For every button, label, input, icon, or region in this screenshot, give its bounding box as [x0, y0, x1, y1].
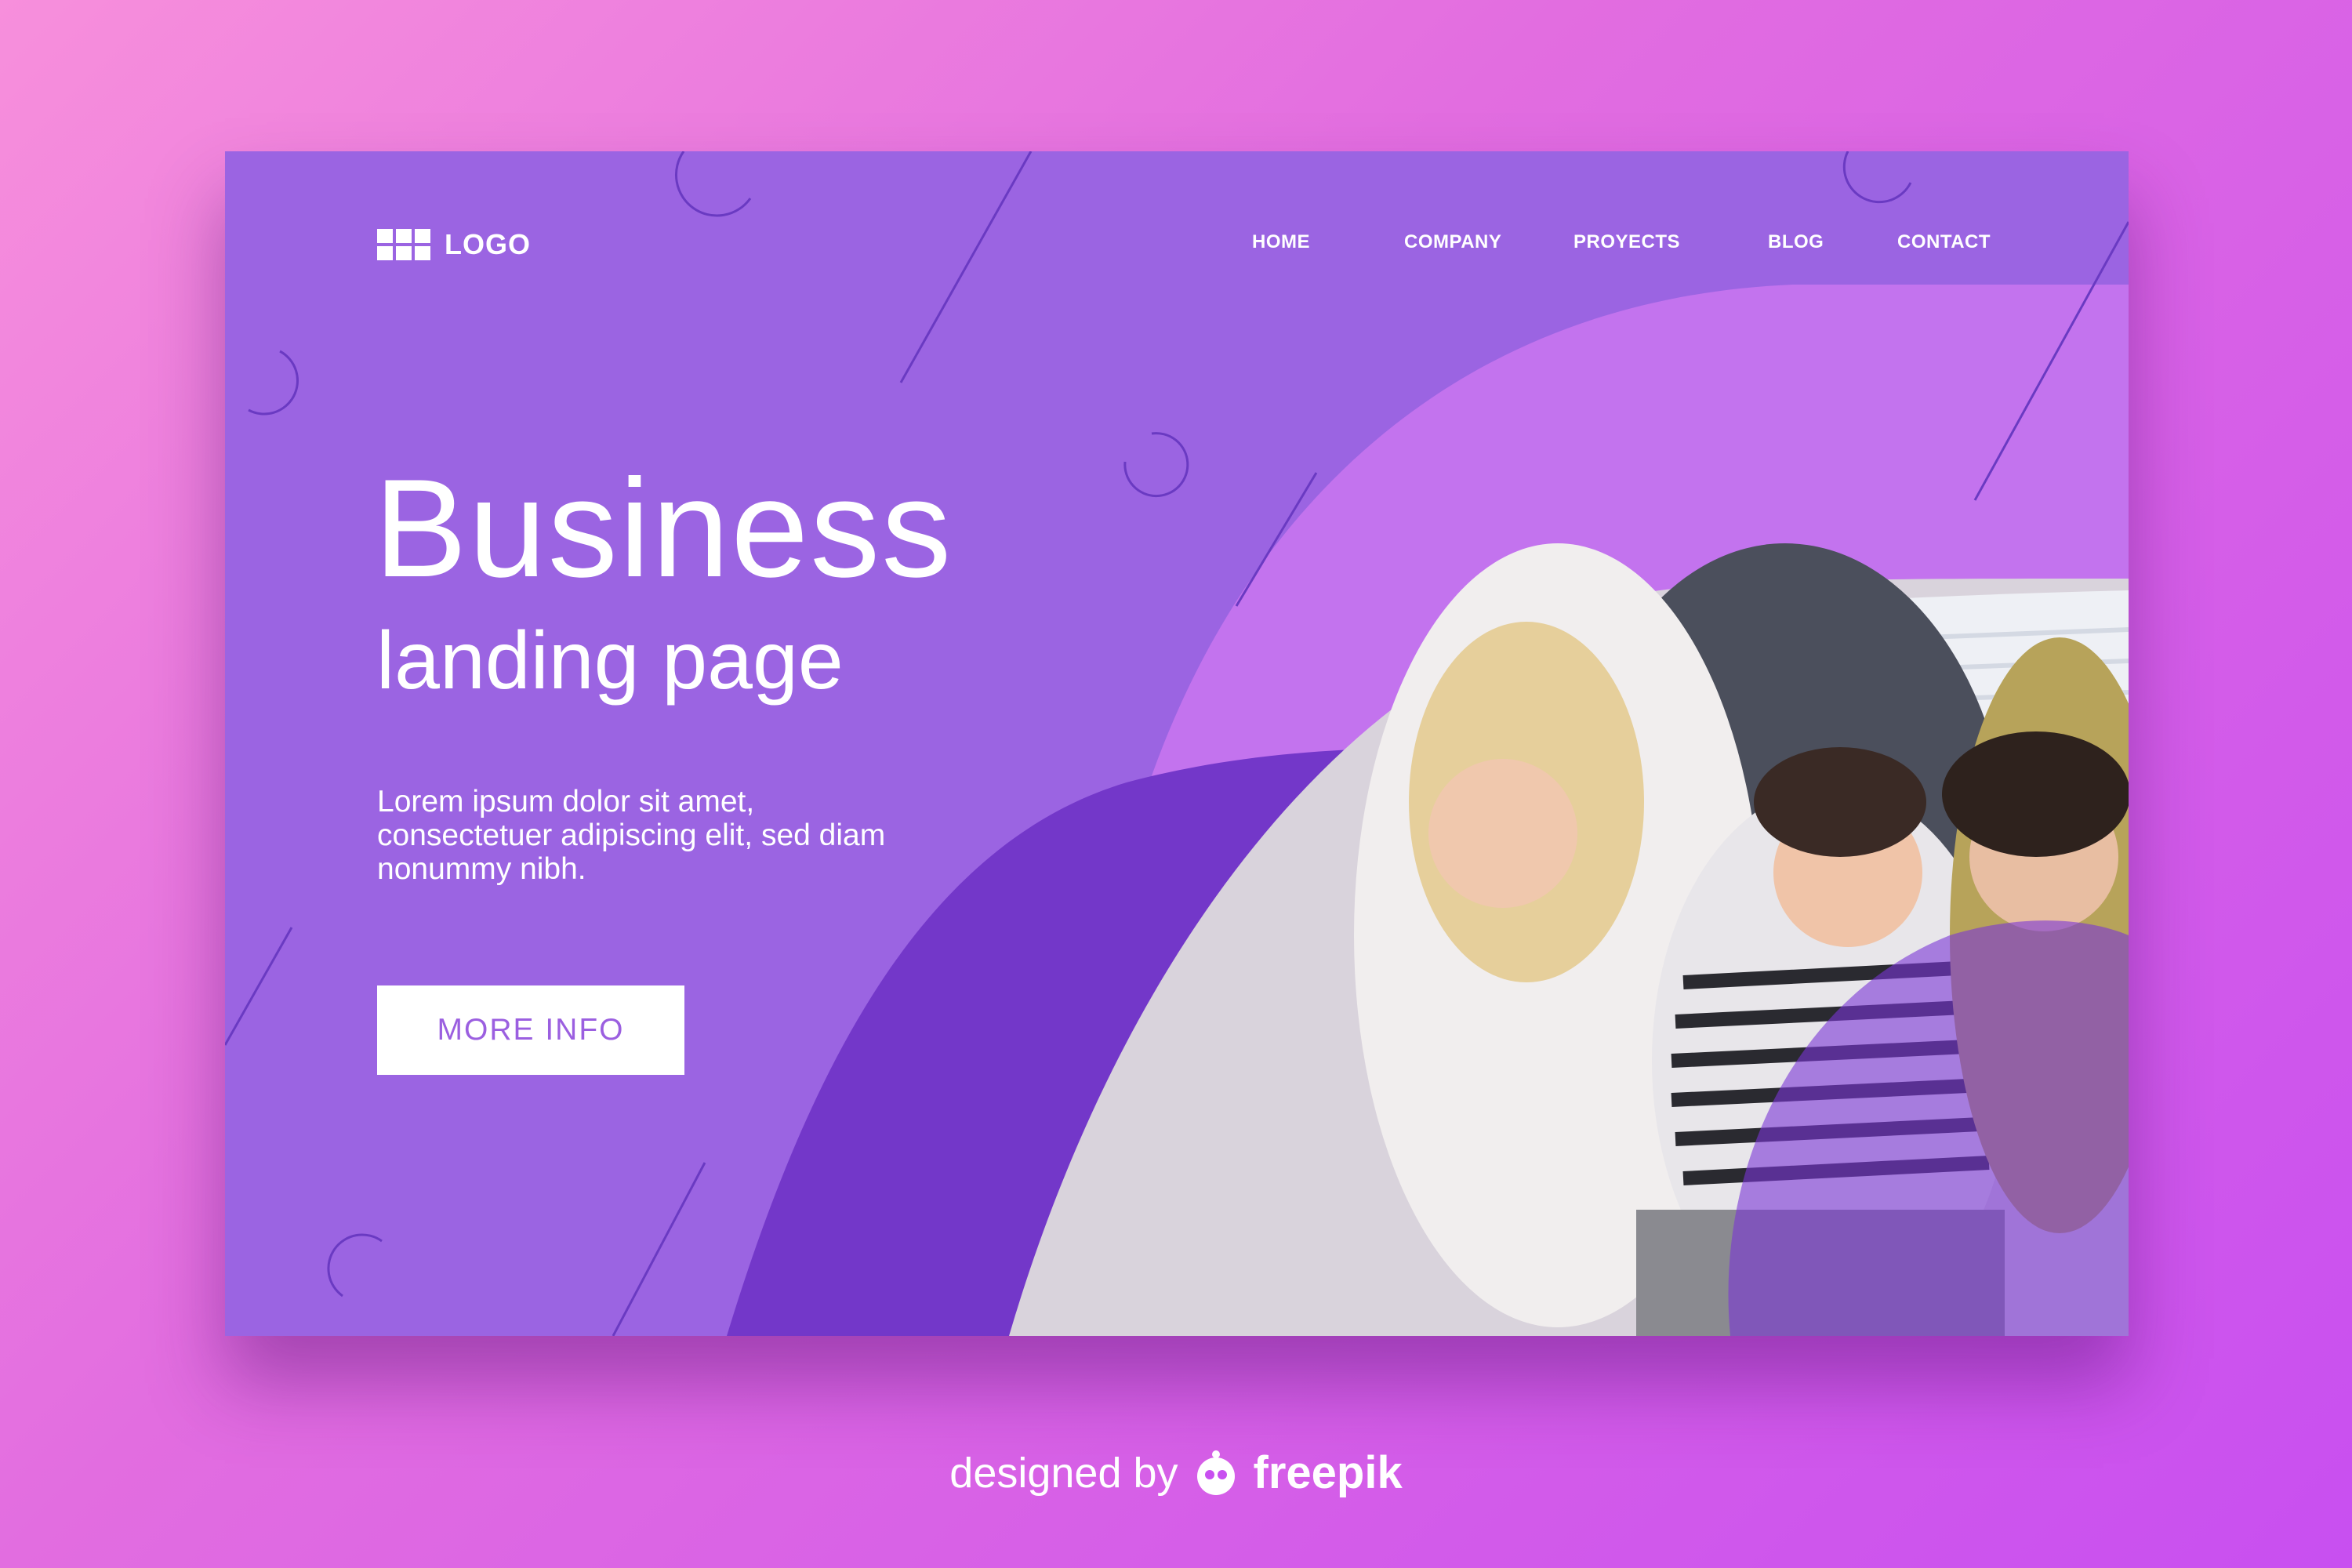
- logo[interactable]: LOGO: [377, 228, 531, 261]
- hero-subtitle: landing page: [376, 615, 844, 706]
- nav-item-blog[interactable]: BLOG: [1768, 231, 1824, 253]
- nav-item-projects[interactable]: PROYECTS: [1573, 231, 1680, 253]
- background-decoration: [225, 151, 2129, 1336]
- freepik-mascot-icon: [1196, 1450, 1235, 1495]
- credit-brand: freepik: [1253, 1447, 1403, 1498]
- logo-text: LOGO: [445, 228, 531, 260]
- more-info-button[interactable]: MORE INFO: [377, 985, 684, 1075]
- credit-prefix: designed by: [949, 1449, 1178, 1497]
- credit-footer: designed by freepik: [0, 1446, 2352, 1499]
- hero-title: Business: [374, 450, 953, 606]
- nav-item-contact[interactable]: CONTACT: [1897, 231, 1991, 253]
- nav-item-company[interactable]: COMPANY: [1404, 231, 1501, 253]
- nav-item-home[interactable]: HOME: [1252, 231, 1310, 253]
- grid-icon: [377, 229, 430, 260]
- hero-body-text: Lorem ipsum dolor sit amet, consectetuer…: [377, 785, 886, 886]
- landing-page-mockup: LOGO HOME COMPANY PROYECTS BLOG CONTACT …: [225, 151, 2129, 1336]
